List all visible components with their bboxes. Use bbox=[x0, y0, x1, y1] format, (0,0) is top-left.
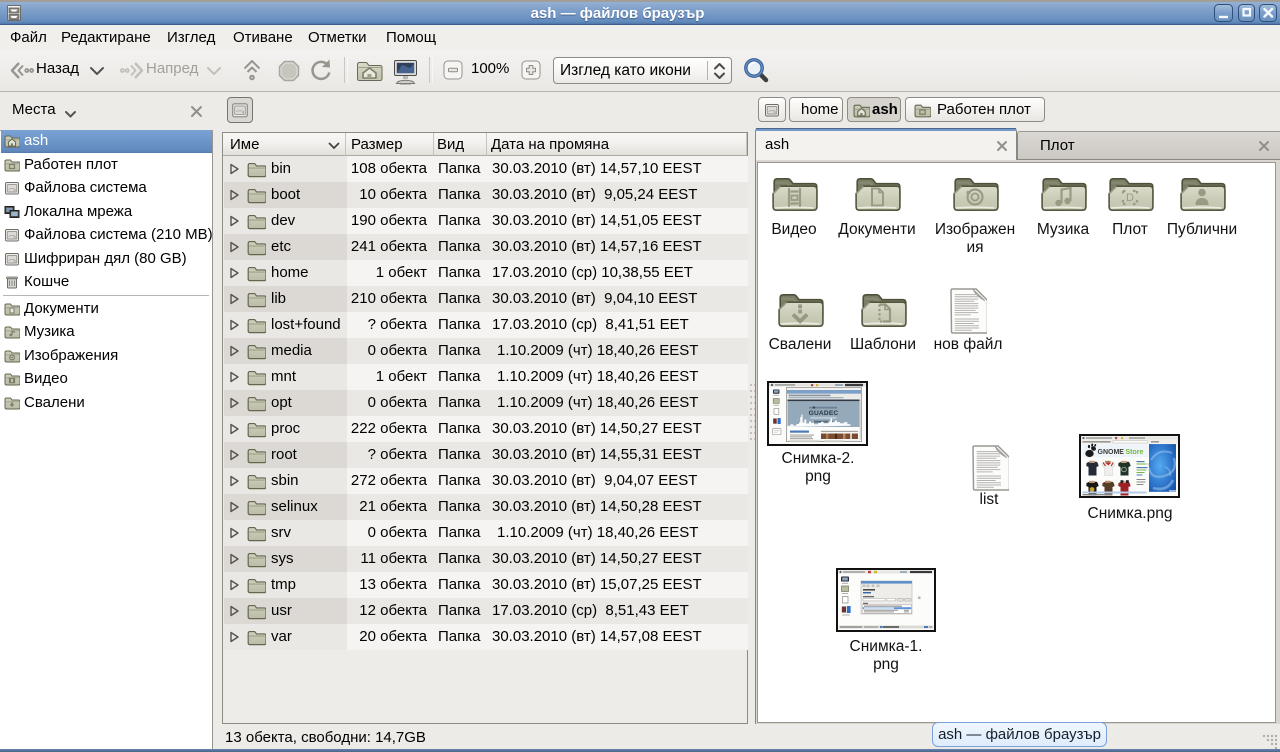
svg-text:D: D bbox=[1126, 192, 1134, 204]
svg-text:GNOME: GNOME bbox=[1098, 449, 1125, 456]
svg-text:Store: Store bbox=[1126, 449, 1144, 456]
svg-text:GUADEC: GUADEC bbox=[809, 410, 839, 417]
